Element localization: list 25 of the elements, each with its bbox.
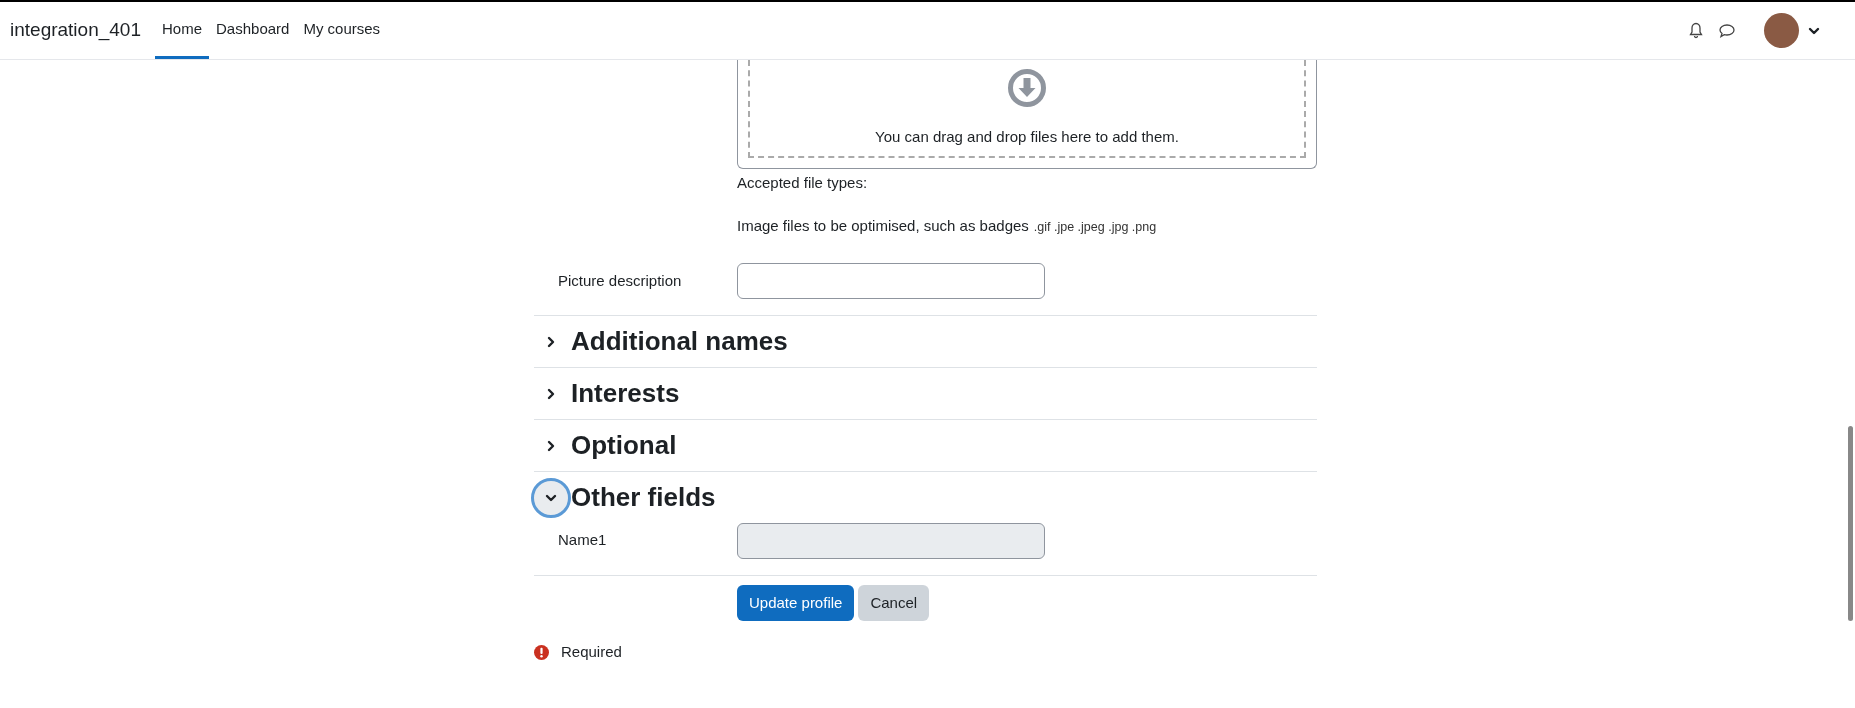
- accepted-types-description: Image files to be optimised, such as badges: [737, 215, 1029, 236]
- field-label: Name1: [557, 530, 608, 550]
- file-extensions: .gif .jpe .jpeg .jpg .png: [1033, 218, 1157, 236]
- section-toggle[interactable]: [531, 477, 571, 518]
- site-name[interactable]: integration_401: [10, 16, 141, 45]
- cancel-button[interactable]: Cancel: [858, 585, 930, 621]
- avatar[interactable]: [1764, 13, 1799, 48]
- scrollbar-thumb[interactable]: [1848, 426, 1853, 621]
- section-heading: Additional names: [571, 325, 788, 358]
- speech-bubble-icon[interactable]: [1718, 22, 1736, 39]
- file-drop-area[interactable]: You can drag and drop files here to add them.: [737, 60, 1317, 169]
- exclamation-circle-icon: [534, 644, 549, 660]
- accepted-types-label: Accepted file types:: [737, 173, 869, 193]
- required-note: Required: [561, 642, 622, 662]
- section-heading: Other fields: [571, 481, 716, 514]
- drop-hint: You can drag and drop files here to add them.: [875, 126, 1179, 147]
- section-heading: Interests: [571, 377, 680, 410]
- picture-description-input[interactable]: [737, 263, 1045, 299]
- field-label: Picture description: [557, 270, 683, 291]
- bell-icon[interactable]: [1688, 22, 1704, 39]
- section-heading: Optional: [571, 429, 677, 462]
- nav-link[interactable]: My courses: [296, 2, 388, 59]
- update-profile-button[interactable]: Update profile: [737, 585, 855, 621]
- nav-link[interactable]: Home: [155, 2, 209, 59]
- nav-link[interactable]: Dashboard: [209, 2, 297, 59]
